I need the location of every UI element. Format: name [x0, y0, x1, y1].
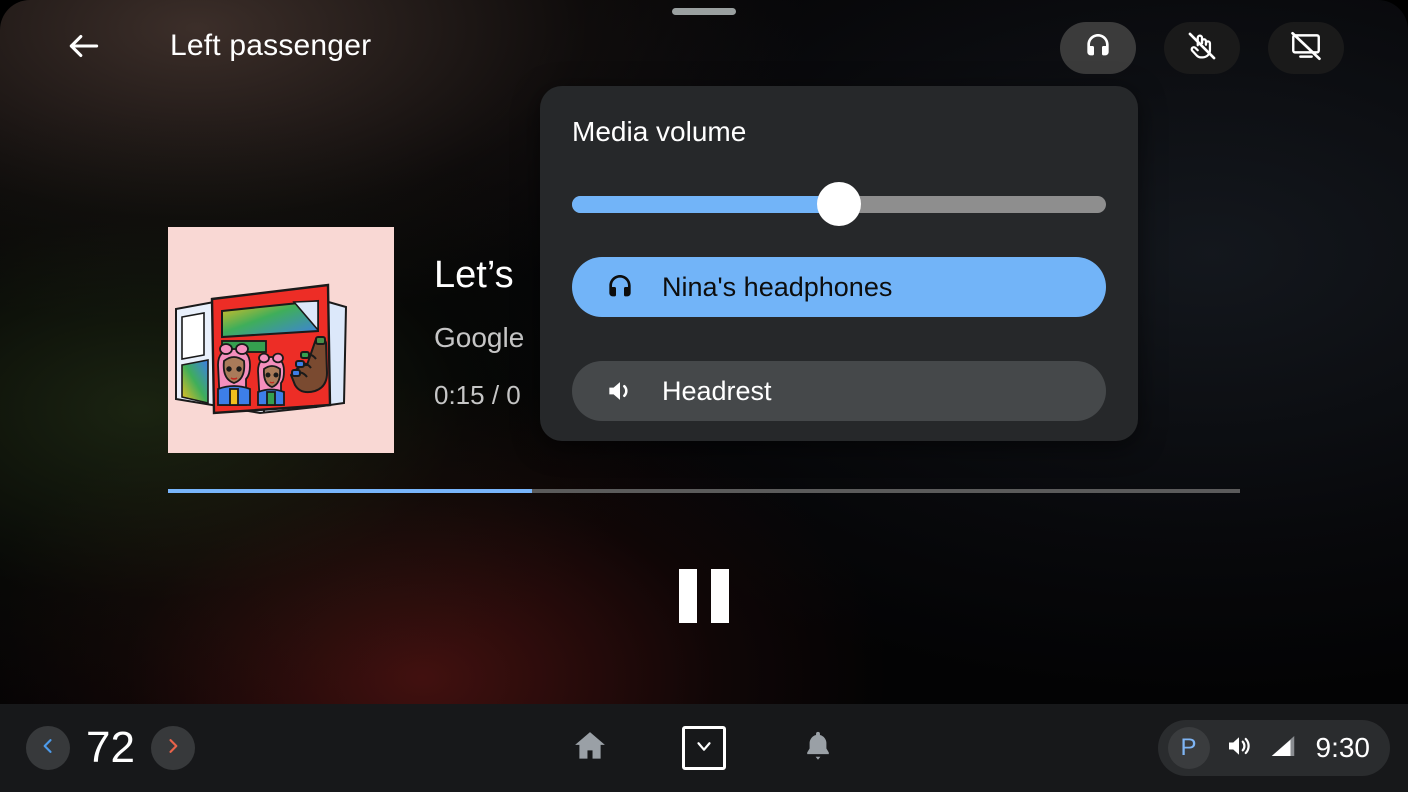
slider-thumb[interactable] — [817, 182, 861, 226]
slider-fill — [572, 196, 839, 213]
screen-off-icon — [1289, 29, 1323, 68]
headphones-toggle-button[interactable] — [1060, 22, 1136, 74]
temperature-increase-button[interactable] — [150, 726, 195, 770]
nav-apps-button[interactable] — [682, 726, 726, 770]
pause-icon-bar-right — [711, 569, 729, 623]
car-media-screen: Left passenger Let’s Google 0:15 / 0 Med… — [0, 0, 1408, 792]
gear-position-badge: P — [1167, 727, 1210, 769]
pause-icon-bar-left — [679, 569, 697, 623]
headphones-icon — [598, 271, 642, 303]
volume-icon — [1224, 731, 1254, 766]
temperature-value: 72 — [86, 723, 135, 772]
chevron-down-icon — [693, 735, 715, 762]
play-pause-button[interactable] — [656, 548, 752, 644]
media-app-surface: Left passenger Let’s Google 0:15 / 0 Med… — [0, 0, 1408, 706]
device-label: Nina's headphones — [662, 271, 893, 302]
headphones-icon — [1082, 30, 1114, 67]
nav-notifications-button[interactable] — [794, 724, 842, 772]
device-option-headrest[interactable]: Headrest — [572, 361, 1106, 421]
media-volume-slider[interactable] — [572, 182, 1106, 226]
home-icon — [571, 727, 609, 770]
touch-disabled-icon — [1185, 29, 1219, 68]
device-option-nina-headphones[interactable]: Nina's headphones — [572, 257, 1106, 317]
page-title: Left passenger — [170, 29, 372, 62]
popup-title: Media volume — [572, 116, 747, 147]
back-button[interactable] — [56, 24, 112, 72]
album-art — [168, 227, 394, 453]
device-label: Headrest — [662, 375, 772, 406]
gear-position-label: P — [1180, 734, 1197, 761]
chevron-left-icon — [38, 736, 58, 761]
clock: 9:30 — [1315, 732, 1371, 763]
system-status-cluster[interactable]: P 9:30 — [1157, 720, 1390, 776]
speaker-icon — [598, 375, 642, 407]
playback-progress-bar[interactable] — [168, 489, 1240, 493]
status-bar: 72 P 9:30 — [0, 704, 1408, 792]
temperature-cluster: 72 — [26, 722, 195, 774]
playback-progress-fill — [168, 489, 533, 493]
top-bar: Left passenger — [0, 0, 1408, 96]
signal-icon — [1268, 731, 1298, 766]
chevron-right-icon — [163, 736, 183, 761]
screen-off-toggle-button[interactable] — [1268, 22, 1344, 74]
navigation-cluster — [566, 724, 842, 772]
arrow-left-icon — [65, 27, 103, 70]
touch-disabled-toggle-button[interactable] — [1164, 22, 1240, 74]
temperature-decrease-button[interactable] — [26, 726, 70, 770]
nav-home-button[interactable] — [566, 724, 614, 772]
media-volume-popup: Media volume Nina's headphones Headrest — [540, 86, 1138, 441]
bell-icon — [800, 728, 836, 769]
